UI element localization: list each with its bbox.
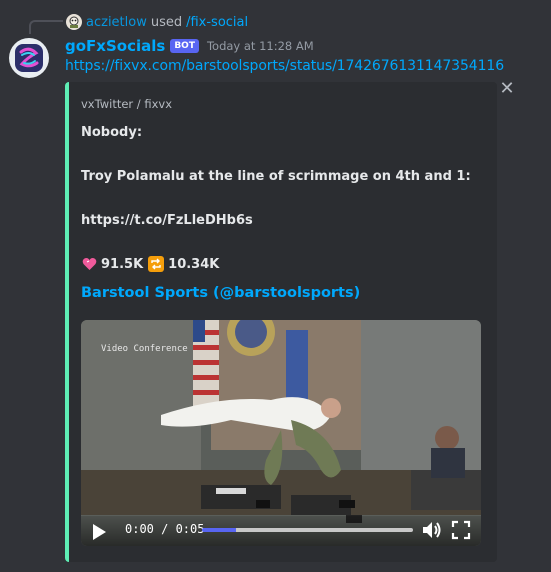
video-progress-fill bbox=[202, 528, 236, 532]
video-time: 0:00 / 0:05 bbox=[125, 522, 205, 536]
command-used-label: used bbox=[150, 14, 183, 30]
video-overlay-text: Video Conference bbox=[101, 344, 188, 354]
embed-line-2: Troy Polamalu at the line of scrimmage o… bbox=[81, 169, 471, 184]
message-timestamp[interactable]: Today at 11:28 AM bbox=[207, 39, 314, 53]
video-player[interactable]: Video Conference 0:00 / 0:05 bbox=[81, 320, 481, 546]
embed-line-3: https://t.co/FzLleDHb6s bbox=[81, 213, 253, 228]
play-icon[interactable] bbox=[91, 523, 107, 541]
close-icon[interactable]: ✕ bbox=[499, 80, 515, 98]
volume-icon[interactable] bbox=[421, 520, 443, 540]
fullscreen-icon[interactable] bbox=[451, 520, 471, 540]
message-link[interactable]: https://fixvx.com/barstoolsports/status/… bbox=[65, 58, 504, 74]
bot-username[interactable]: goFxSocials bbox=[65, 37, 165, 55]
tweet-stats: 91.5K 10.34K bbox=[81, 256, 219, 272]
video-progress-bar[interactable] bbox=[202, 528, 413, 532]
likes-count: 91.5K bbox=[101, 256, 144, 272]
video-frame: Video Conference bbox=[81, 320, 481, 546]
bot-badge: BOT bbox=[170, 39, 199, 53]
retweet-icon bbox=[148, 256, 165, 272]
retweets-count: 10.34K bbox=[168, 256, 220, 272]
heart-icon bbox=[81, 256, 97, 272]
invoker-username[interactable]: aczietlow bbox=[86, 15, 147, 30]
embed-author-link[interactable]: Barstool Sports (@barstoolsports) bbox=[81, 285, 360, 301]
bot-avatar[interactable] bbox=[9, 38, 49, 78]
embed-provider: vxTwitter / fixvx bbox=[81, 97, 173, 111]
command-invocation: aczietlow used /fix-social bbox=[66, 13, 248, 31]
embed-line-1: Nobody: bbox=[81, 125, 143, 140]
message-header: goFxSocials BOT Today at 11:28 AM bbox=[65, 35, 314, 57]
command-name[interactable]: /fix-social bbox=[186, 15, 248, 30]
invoker-avatar[interactable] bbox=[66, 14, 82, 30]
reply-spine bbox=[29, 20, 63, 34]
